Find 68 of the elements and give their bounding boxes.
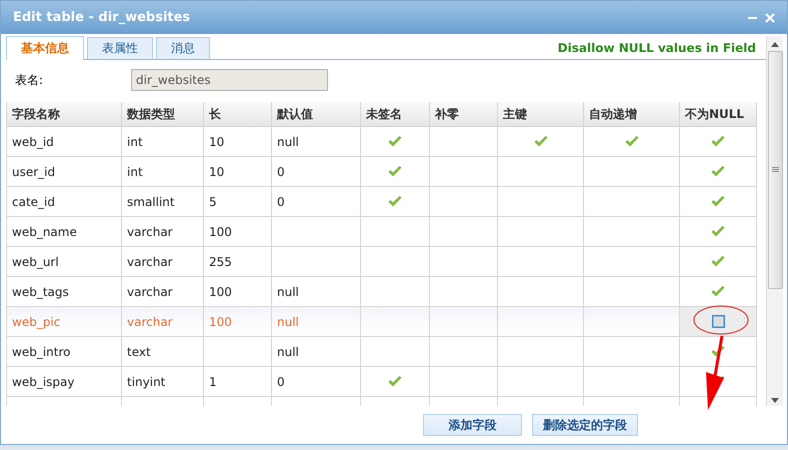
table-cell: varchar xyxy=(122,247,204,277)
table-cell: 1 xyxy=(204,367,272,397)
table-cell: 10 xyxy=(204,127,272,157)
checkmark-icon xyxy=(711,346,725,357)
table-cell: web_intro xyxy=(7,337,122,367)
table-cell: int xyxy=(122,127,204,157)
column-header[interactable]: 长 xyxy=(204,102,272,127)
table-cell: cate_id xyxy=(7,187,122,217)
table-cell: null xyxy=(272,337,361,367)
checkmark-icon xyxy=(624,136,638,147)
table-cell: 100 xyxy=(204,217,272,247)
column-header[interactable]: 默认值 xyxy=(272,102,361,127)
table-cell: tinyint xyxy=(122,367,204,397)
table-cell xyxy=(204,337,272,367)
action-button[interactable]: 添加字段 xyxy=(423,414,522,436)
tab[interactable]: 消息 xyxy=(156,37,210,59)
table-cell: text xyxy=(122,337,204,367)
tab[interactable]: 表属性 xyxy=(87,37,153,59)
checkmark-icon xyxy=(534,136,548,147)
grip-icon[interactable] xyxy=(772,167,778,173)
table-cell: web_pic xyxy=(7,307,122,337)
table-cell: null xyxy=(272,127,361,157)
table-cell: web_url xyxy=(7,247,122,277)
table-name-label: 表名: xyxy=(14,72,44,88)
checkmark-icon xyxy=(711,166,725,177)
checkbox[interactable] xyxy=(712,315,724,328)
close-icon[interactable] xyxy=(765,12,775,22)
action-button[interactable]: 删除选定的字段 xyxy=(532,414,638,436)
table-cell: web_id xyxy=(7,127,122,157)
column-header[interactable]: 数据类型 xyxy=(122,102,204,127)
column-header[interactable]: 补零 xyxy=(430,102,498,127)
checkmark-icon xyxy=(711,136,725,147)
minimize-icon[interactable] xyxy=(748,16,757,20)
checkmark-icon xyxy=(388,136,402,147)
table-cell: varchar xyxy=(122,217,204,247)
table-cell: 255 xyxy=(204,247,272,277)
scroll-up-icon[interactable] xyxy=(771,42,779,47)
table-cell: smallint xyxy=(122,187,204,217)
hint-text: Disallow NULL values in Field xyxy=(558,40,756,54)
scrollbar[interactable] xyxy=(766,36,783,406)
column-header[interactable]: 不为NULL xyxy=(680,102,757,127)
table-cell: 0 xyxy=(272,367,361,397)
table-cell: 0 xyxy=(272,187,361,217)
scroll-down-icon[interactable] xyxy=(771,398,779,403)
table-cell: 100 xyxy=(204,307,272,337)
table-cell: varchar xyxy=(122,307,204,337)
table-cell: web_ispay xyxy=(7,367,122,397)
column-header[interactable]: 主键 xyxy=(498,102,584,127)
checkmark-icon xyxy=(711,196,725,207)
table-cell: web_name xyxy=(7,217,122,247)
table-name-field[interactable]: dir_websites xyxy=(131,69,328,91)
checkmark-icon xyxy=(388,166,402,177)
checkmark-icon xyxy=(711,256,725,267)
checkmark-icon xyxy=(711,226,725,237)
table-cell: 5 xyxy=(204,187,272,217)
table-cell: null xyxy=(272,307,361,337)
table-cell: 10 xyxy=(204,157,272,187)
checkmark-icon xyxy=(711,286,725,297)
column-header[interactable]: 字段名称 xyxy=(7,102,122,127)
table-cell: int xyxy=(122,157,204,187)
table-cell: user_id xyxy=(7,157,122,187)
highlight-ellipse xyxy=(694,306,748,334)
table-cell: 0 xyxy=(272,157,361,187)
window-title: Edit table - dir_websites xyxy=(13,10,190,25)
checkmark-icon xyxy=(388,196,402,207)
column-header[interactable]: 未签名 xyxy=(361,102,430,127)
column-header[interactable]: 自动递增 xyxy=(584,102,680,127)
checkmark-icon xyxy=(388,376,402,387)
